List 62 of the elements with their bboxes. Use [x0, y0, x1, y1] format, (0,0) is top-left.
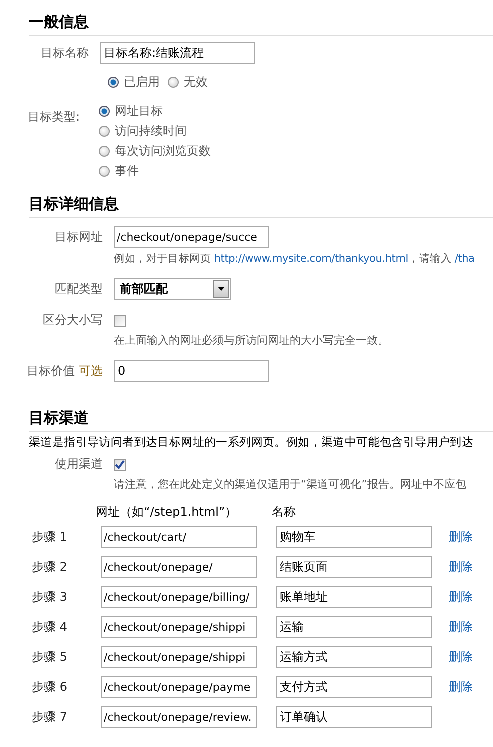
step-url-field[interactable]: /checkout/onepage/shippi [101, 646, 257, 668]
step-label: 步骤 4 [32, 618, 68, 636]
step-name-field[interactable]: 购物车 [276, 526, 432, 548]
hint-text: 例如，对于目标网页 http://www.mysite.com/thankyou.html，请输入 /tha [114, 252, 476, 266]
option-label: 事件 [115, 163, 139, 180]
field-label: 目标名称 [40, 44, 89, 62]
checkbox[interactable] [114, 314, 126, 326]
radio-button[interactable] [99, 146, 110, 157]
step-name-field[interactable]: 订单确认 [276, 706, 432, 728]
section-heading: 目标详细信息 [29, 194, 120, 214]
step-label: 步骤 7 [32, 708, 68, 726]
option-label: 已启用 [124, 74, 160, 91]
field-label: 使用渠道 [54, 456, 103, 473]
description-text: 渠道是指引导访问者到达目标网址的一系列网页。例如，渠道中可能包含引导用户到达 [29, 435, 475, 450]
step-label: 步骤 6 [32, 678, 68, 696]
field-label: 目标类型: [28, 109, 82, 126]
optional-label: 可选 [79, 364, 103, 378]
step-name-field[interactable]: 运输 [276, 616, 432, 638]
checkbox[interactable] [114, 458, 126, 470]
delete-link[interactable]: 删除 [449, 648, 473, 666]
step-label: 步骤 5 [32, 648, 68, 666]
step-label: 步骤 1 [32, 528, 68, 546]
goal-url-field[interactable]: /checkout/onepage/succe [114, 226, 269, 248]
option-label: 访问持续时间 [115, 123, 187, 140]
column-header: 名称 [272, 504, 296, 521]
goal-value-field[interactable]: 0 [114, 360, 269, 382]
step-name-field[interactable]: 账单地址 [276, 586, 432, 608]
delete-link[interactable]: 删除 [449, 618, 473, 636]
field-label: 匹配类型 [54, 280, 103, 298]
step-url-field[interactable]: /checkout/onepage/payme [101, 676, 257, 698]
option-label: 无效 [184, 74, 208, 91]
note-text: 请注意，您在此处定义的渠道仅适用于“渠道可视化”报告。网址中不应包 [114, 477, 468, 492]
radio-button[interactable] [108, 77, 119, 88]
option-label: 每次访问浏览页数 [115, 143, 211, 160]
step-url-field[interactable]: /checkout/cart/ [101, 526, 257, 548]
hint-text: 在上面输入的网址必须与所访问网址的大小写完全一致。 [114, 333, 390, 348]
step-name-field[interactable]: 支付方式 [276, 676, 432, 698]
field-label: 目标价值 [27, 364, 76, 378]
step-label: 步骤 2 [32, 558, 68, 576]
radio-button[interactable] [99, 106, 110, 117]
step-url-field[interactable]: /checkout/onepage/shippi [101, 616, 257, 638]
match-type-dropdown[interactable]: 前部匹配 [114, 278, 231, 300]
step-url-field[interactable]: /checkout/onepage/billing/ [101, 586, 257, 608]
section-heading: 目标渠道 [29, 408, 90, 428]
delete-link[interactable]: 删除 [449, 588, 473, 606]
field-label: 区分大小写 [42, 312, 103, 329]
option-label: 网址目标 [115, 103, 163, 120]
delete-link[interactable]: 删除 [449, 678, 473, 696]
step-url-field[interactable]: /checkout/onepage/review. [101, 706, 257, 728]
delete-link[interactable]: 删除 [449, 558, 473, 576]
step-name-field[interactable]: 运输方式 [276, 646, 432, 668]
radio-button[interactable] [99, 166, 110, 177]
goal-name-field[interactable]: 目标名称:结账流程 [100, 42, 255, 64]
field-label: 目标网址 [54, 228, 103, 246]
step-name-field[interactable]: 结账页面 [276, 556, 432, 578]
section-heading: 一般信息 [29, 12, 90, 32]
step-label: 步骤 3 [32, 588, 68, 606]
column-header: 网址（如“/step1.html”） [96, 504, 238, 521]
radio-button[interactable] [99, 126, 110, 137]
step-url-field[interactable]: /checkout/onepage/ [101, 556, 257, 578]
radio-button[interactable] [168, 77, 179, 88]
delete-link[interactable]: 删除 [449, 528, 473, 546]
